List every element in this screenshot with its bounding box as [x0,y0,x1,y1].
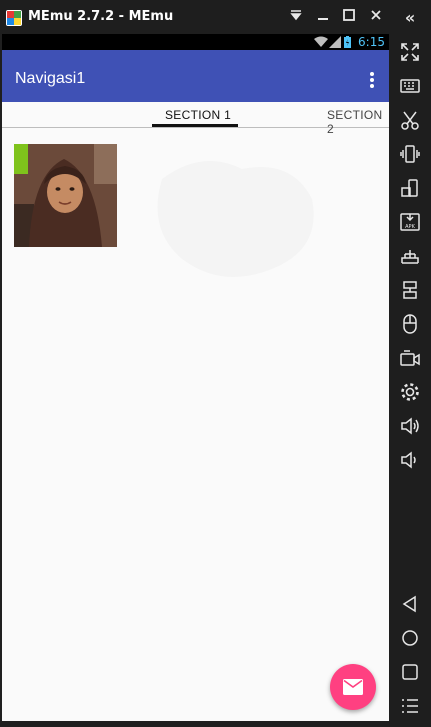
window-title: MEmu 2.7.2 - MEmu [28,9,174,24]
keyboard-icon[interactable] [396,72,424,100]
tab-bar: SECTION 1 SECTION 2 [2,102,389,136]
rotate-icon[interactable] [396,174,424,202]
shake-icon[interactable] [396,140,424,168]
transfer-icon[interactable] [396,276,424,304]
profile-photo[interactable] [14,144,117,247]
collapse-sidebar-icon[interactable]: « [396,4,424,32]
tab-section-1[interactable]: SECTION 1 [165,108,231,122]
maximize-icon[interactable] [338,6,360,28]
mail-icon [343,679,363,695]
home-icon[interactable] [396,624,424,652]
section-content [2,129,389,721]
back-icon[interactable] [396,590,424,618]
menu-list-icon[interactable] [396,692,424,720]
scissors-icon[interactable] [396,106,424,134]
status-bar: 6:15 [2,34,389,50]
memu-logo [6,10,22,26]
android-screen: 6:15 Navigasi1 SECTION 1 SECTION 2 [2,34,389,721]
emulator-toolbar: « APK [389,0,431,727]
mouse-icon[interactable] [396,310,424,338]
status-time: 6:15 [358,35,385,49]
dropdown-icon[interactable] [285,6,307,28]
tab-indicator [152,124,238,127]
overflow-menu-icon[interactable] [367,72,377,90]
svg-text:APK: APK [405,224,415,230]
close-icon[interactable] [365,6,387,28]
volume-up-icon[interactable] [396,412,424,440]
wifi-icon [314,36,328,47]
fab-mail-button[interactable] [330,664,376,710]
app-bar: Navigasi1 [2,50,389,102]
network-icon[interactable] [396,242,424,270]
background-watermark [157,161,314,277]
signal-icon [329,36,341,48]
battery-icon [344,36,351,48]
apk-install-icon[interactable]: APK [396,208,424,236]
fullscreen-icon[interactable] [396,38,424,66]
app-title: Navigasi1 [15,70,86,87]
window-titlebar: MEmu 2.7.2 - MEmu [0,0,431,34]
video-record-icon[interactable] [396,344,424,372]
recent-apps-icon[interactable] [396,658,424,686]
minimize-icon[interactable] [312,6,334,28]
volume-down-icon[interactable] [396,446,424,474]
settings-icon[interactable] [396,378,424,406]
